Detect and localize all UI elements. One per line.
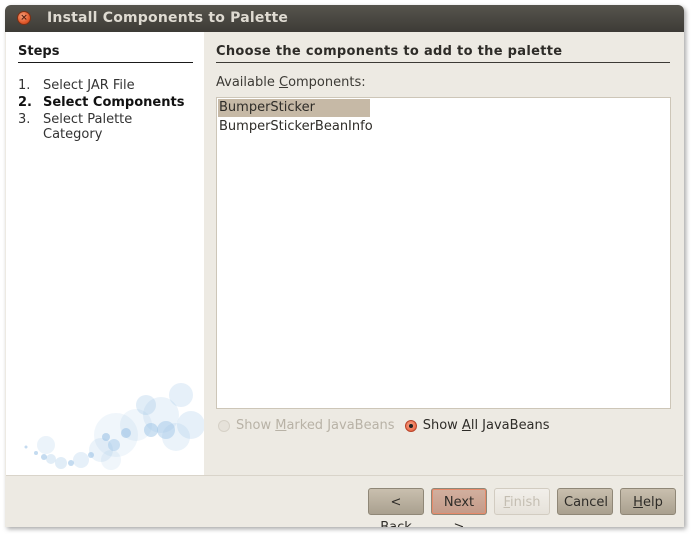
step-label: Select Palette Category <box>43 112 133 142</box>
label-text: omponents: <box>288 75 366 90</box>
label-text: ack <box>389 520 412 527</box>
steps-panel: Steps 1. Select JAR File 2. Select Compone… <box>6 32 204 475</box>
label-mnemonic: C <box>278 75 289 90</box>
label-mnemonic: H <box>633 495 643 510</box>
steps-divider <box>18 62 193 63</box>
label-mnemonic: M <box>275 418 287 433</box>
help-button[interactable]: Help <box>620 488 676 515</box>
content-panel: Choose the components to add to the pale… <box>204 32 684 475</box>
step-label: Select Components <box>43 95 185 110</box>
panel-title-divider <box>216 62 670 63</box>
step-number: 3. <box>18 112 31 127</box>
label-text: arked JavaBeans <box>286 418 395 433</box>
label-text: Show <box>422 418 462 433</box>
cancel-button[interactable]: Cancel <box>557 488 613 515</box>
back-button[interactable]: < Back <box>368 488 424 527</box>
label-text: Show <box>236 418 276 433</box>
button-bar-divider <box>6 475 683 476</box>
decorative-bubbles-graphic <box>24 383 204 470</box>
show-all-javabeans-radio[interactable] <box>404 419 417 432</box>
list-item-bumpersticker[interactable]: BumperSticker <box>218 99 370 117</box>
step-label: Select JAR File <box>43 78 135 93</box>
label-text: inish <box>510 495 541 510</box>
step-select-jar-file: 1. Select JAR File <box>18 78 193 93</box>
title-bar[interactable]: × Install Components to Palette <box>5 5 684 32</box>
label-mnemonic: A <box>461 418 471 433</box>
next-button[interactable]: Next > <box>431 488 487 527</box>
show-all-javabeans-label[interactable]: Show All JavaBeans <box>423 418 550 433</box>
step-select-components: 2. Select Components <box>18 95 193 110</box>
step-number: 1. <box>18 78 31 93</box>
available-components-label: Available Components: <box>216 75 366 90</box>
show-marked-javabeans-radio[interactable] <box>218 419 230 432</box>
label-mnemonic: B <box>380 520 389 527</box>
label-text: < <box>390 495 402 510</box>
finish-button[interactable]: Finish <box>494 488 550 515</box>
install-components-dialog: × Install Components to Palette Steps 1.… <box>5 5 684 527</box>
label-text: elp <box>642 495 663 510</box>
steps-title: Steps <box>18 44 60 59</box>
label-text: ll JavaBeans <box>470 418 550 433</box>
javabeans-filter-group: Show Marked JavaBeans Show All JavaBeans <box>218 418 556 433</box>
step-number: 2. <box>18 95 32 110</box>
close-icon[interactable]: × <box>17 11 31 25</box>
window-title: Install Components to Palette <box>47 10 289 26</box>
label-text: Available <box>216 75 279 90</box>
list-item-bumperstickerbeaninfo[interactable]: BumperStickerBeanInfo <box>218 118 373 136</box>
panel-title: Choose the components to add to the pale… <box>216 44 563 59</box>
step-select-palette-category: 3. Select Palette Category <box>18 112 153 142</box>
available-components-list[interactable]: BumperSticker BumperStickerBeanInfo <box>216 97 671 409</box>
show-marked-javabeans-label[interactable]: Show Marked JavaBeans <box>236 418 395 433</box>
